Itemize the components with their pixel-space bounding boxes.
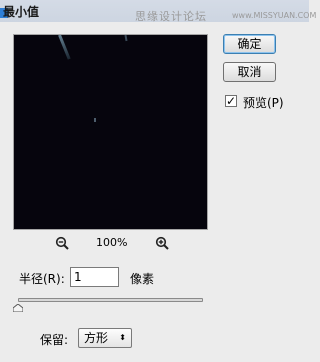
zoom-out-icon[interactable] [55, 236, 69, 250]
preview-streak [58, 35, 71, 60]
window-title: 最小值 [3, 5, 40, 19]
preserve-selected: 方形 [84, 331, 109, 345]
filter-preview[interactable] [13, 34, 208, 230]
zoom-in-icon[interactable] [155, 236, 169, 250]
radius-slider-track[interactable] [18, 298, 203, 302]
watermark-url: www.MISSYUAN.COM [232, 11, 317, 20]
radius-input[interactable]: 1 [70, 267, 119, 287]
ok-button[interactable]: 确定 [223, 34, 276, 54]
dropdown-arrow-icon: ⬍ [119, 333, 126, 342]
preview-streak [124, 35, 128, 42]
preview-checkbox[interactable]: ✓ [225, 95, 237, 107]
preserve-label: 保留: [40, 333, 69, 347]
title-bar: 最小值 思缘设计论坛 www.MISSYUAN.COM [0, 0, 316, 23]
cancel-button[interactable]: 取消 [223, 62, 276, 82]
zoom-level: 100% [96, 236, 128, 249]
radius-slider-thumb[interactable] [12, 302, 24, 313]
preserve-select[interactable]: 方形 ⬍ [78, 328, 132, 348]
radius-unit: 像素 [130, 272, 155, 286]
preview-label: 预览(P) [243, 96, 284, 110]
preview-speck [94, 118, 96, 122]
radius-label: 半径(R): [19, 272, 65, 286]
minimum-filter-dialog: 确定 取消 ✓ 预览(P) 100% 半径(R): 1 像素 保留: 方形 ⬍ [0, 22, 309, 362]
